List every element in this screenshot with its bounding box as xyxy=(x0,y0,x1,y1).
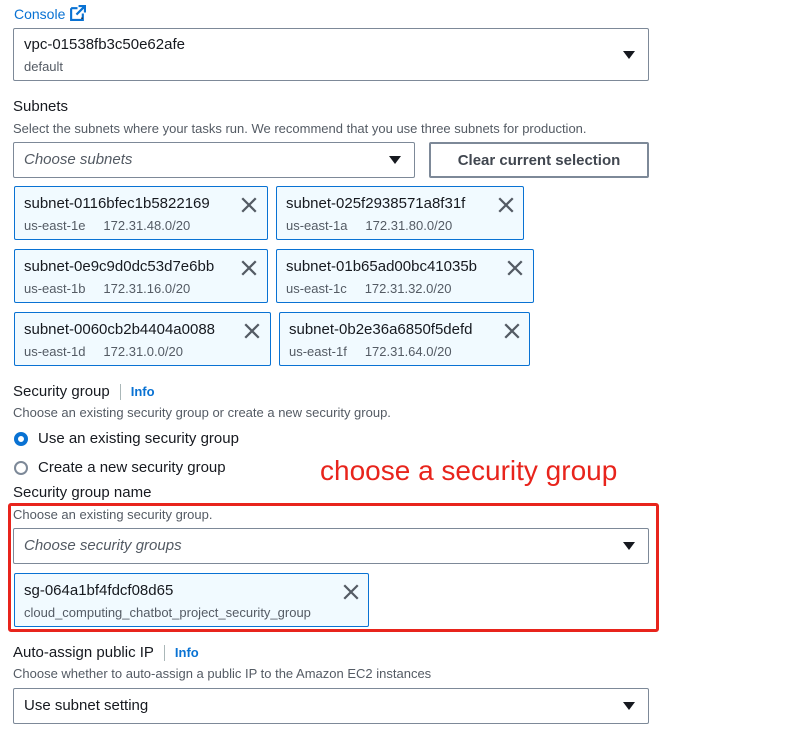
radio-create-new[interactable]: Create a new security group xyxy=(14,459,226,476)
vpc-id: vpc-01538fb3c50e62afe xyxy=(24,36,185,53)
console-link[interactable]: Console xyxy=(14,5,87,22)
annotation-text: choose a security group xyxy=(320,455,618,486)
caret-down-icon xyxy=(623,702,635,710)
subnet-az: us-east-1b xyxy=(24,281,86,296)
security-group-label: Security group xyxy=(13,383,110,400)
subnets-placeholder: Choose subnets xyxy=(24,151,133,168)
subnet-id: subnet-01b65ad00bc41035b xyxy=(286,258,478,275)
security-group-id: sg-064a1bf4fdcf08d65 xyxy=(24,582,174,599)
security-group-token: sg-064a1bf4fdcf08d65 cloud_computing_cha… xyxy=(14,573,369,627)
subnet-token: subnet-025f2938571a8f31f us-east-1a 172.3… xyxy=(276,186,524,240)
security-groups-select[interactable]: Choose security groups xyxy=(13,528,649,564)
radio-use-existing[interactable]: Use an existing security group xyxy=(14,430,239,447)
subnet-cidr: 172.31.16.0/20 xyxy=(103,281,191,296)
subnet-meta: us-east-1c 172.31.32.0/20 xyxy=(286,281,451,296)
caret-down-icon xyxy=(623,51,635,59)
security-group-description: Choose an existing security group or cre… xyxy=(13,405,391,420)
vpc-subtitle: default xyxy=(24,59,64,74)
security-group-name: cloud_computing_chatbot_project_security… xyxy=(24,605,311,620)
subnet-cidr: 172.31.80.0/20 xyxy=(365,218,453,233)
security-groups-placeholder: Choose security groups xyxy=(24,537,182,554)
subnet-meta: us-east-1f 172.31.64.0/20 xyxy=(289,344,452,359)
subnet-id: subnet-0116bfec1b5822169 xyxy=(24,195,210,212)
radio-selected-icon[interactable] xyxy=(14,431,28,446)
subnet-meta: us-east-1d 172.31.0.0/20 xyxy=(24,344,183,359)
subnet-token: subnet-0060cb2b4404a0088 us-east-1d 172.3… xyxy=(14,312,271,366)
remove-icon[interactable] xyxy=(497,196,515,214)
info-separator xyxy=(163,644,165,661)
subnet-meta: us-east-1a 172.31.80.0/20 xyxy=(286,218,452,233)
public-ip-label: Auto-assign public IP xyxy=(13,644,154,661)
clear-selection-button[interactable]: Clear current selection xyxy=(429,142,649,178)
public-ip-info-link[interactable]: Info xyxy=(175,645,199,660)
remove-icon[interactable] xyxy=(240,259,258,277)
subnet-id: subnet-0b2e36a6850f5defd xyxy=(289,321,473,338)
trailing-period: . xyxy=(80,6,84,22)
remove-icon[interactable] xyxy=(243,322,261,340)
caret-down-icon xyxy=(623,542,635,550)
subnet-id: subnet-0e9c9d0dc53d7e6bb xyxy=(24,258,215,275)
subnet-cidr: 172.31.64.0/20 xyxy=(364,344,452,359)
subnet-cidr: 172.31.48.0/20 xyxy=(103,218,191,233)
subnet-az: us-east-1a xyxy=(286,218,348,233)
public-ip-header: Auto-assign public IP Info xyxy=(13,644,199,661)
subnet-token: subnet-0116bfec1b5822169 us-east-1e 172.3… xyxy=(14,186,268,240)
vpc-select[interactable]: vpc-01538fb3c50e62afe default xyxy=(13,28,649,81)
subnet-token: subnet-01b65ad00bc41035b us-east-1c 172.3… xyxy=(276,249,534,303)
info-separator xyxy=(119,383,121,400)
security-group-name-description: Choose an existing security group. xyxy=(13,507,213,522)
console-link-label[interactable]: Console xyxy=(14,6,65,22)
public-ip-select[interactable]: Use subnet setting xyxy=(13,688,649,724)
remove-icon[interactable] xyxy=(342,583,360,601)
radio-use-existing-label[interactable]: Use an existing security group xyxy=(38,430,239,447)
security-group-name-label: Security group name xyxy=(13,484,152,501)
subnet-cidr: 172.31.0.0/20 xyxy=(103,344,183,359)
subnet-az: us-east-1c xyxy=(286,281,347,296)
public-ip-description: Choose whether to auto-assign a public I… xyxy=(13,666,432,681)
subnet-meta: us-east-1e 172.31.48.0/20 xyxy=(24,218,190,233)
remove-icon[interactable] xyxy=(506,259,524,277)
radio-create-new-label[interactable]: Create a new security group xyxy=(38,459,226,476)
subnet-az: us-east-1f xyxy=(289,344,347,359)
subnet-cidr: 172.31.32.0/20 xyxy=(364,281,452,296)
subnet-id: subnet-025f2938571a8f31f xyxy=(286,195,466,212)
security-group-header: Security group Info xyxy=(13,383,155,400)
subnets-label: Subnets xyxy=(13,98,69,115)
caret-down-icon xyxy=(389,156,401,164)
subnet-id: subnet-0060cb2b4404a0088 xyxy=(24,321,216,338)
subnet-token: subnet-0e9c9d0dc53d7e6bb us-east-1b 172.3… xyxy=(14,249,268,303)
subnets-select[interactable]: Choose subnets xyxy=(13,142,415,178)
radio-unselected-icon[interactable] xyxy=(14,460,28,475)
remove-icon[interactable] xyxy=(240,196,258,214)
remove-icon[interactable] xyxy=(503,322,521,340)
subnet-token: subnet-0b2e36a6850f5defd us-east-1f 172.3… xyxy=(279,312,530,366)
security-group-info-link[interactable]: Info xyxy=(131,384,155,399)
subnets-description: Select the subnets where your tasks run.… xyxy=(13,121,587,136)
public-ip-value: Use subnet setting xyxy=(24,697,149,714)
subnet-az: us-east-1d xyxy=(24,344,86,359)
subnet-az: us-east-1e xyxy=(24,218,86,233)
subnet-meta: us-east-1b 172.31.16.0/20 xyxy=(24,281,190,296)
